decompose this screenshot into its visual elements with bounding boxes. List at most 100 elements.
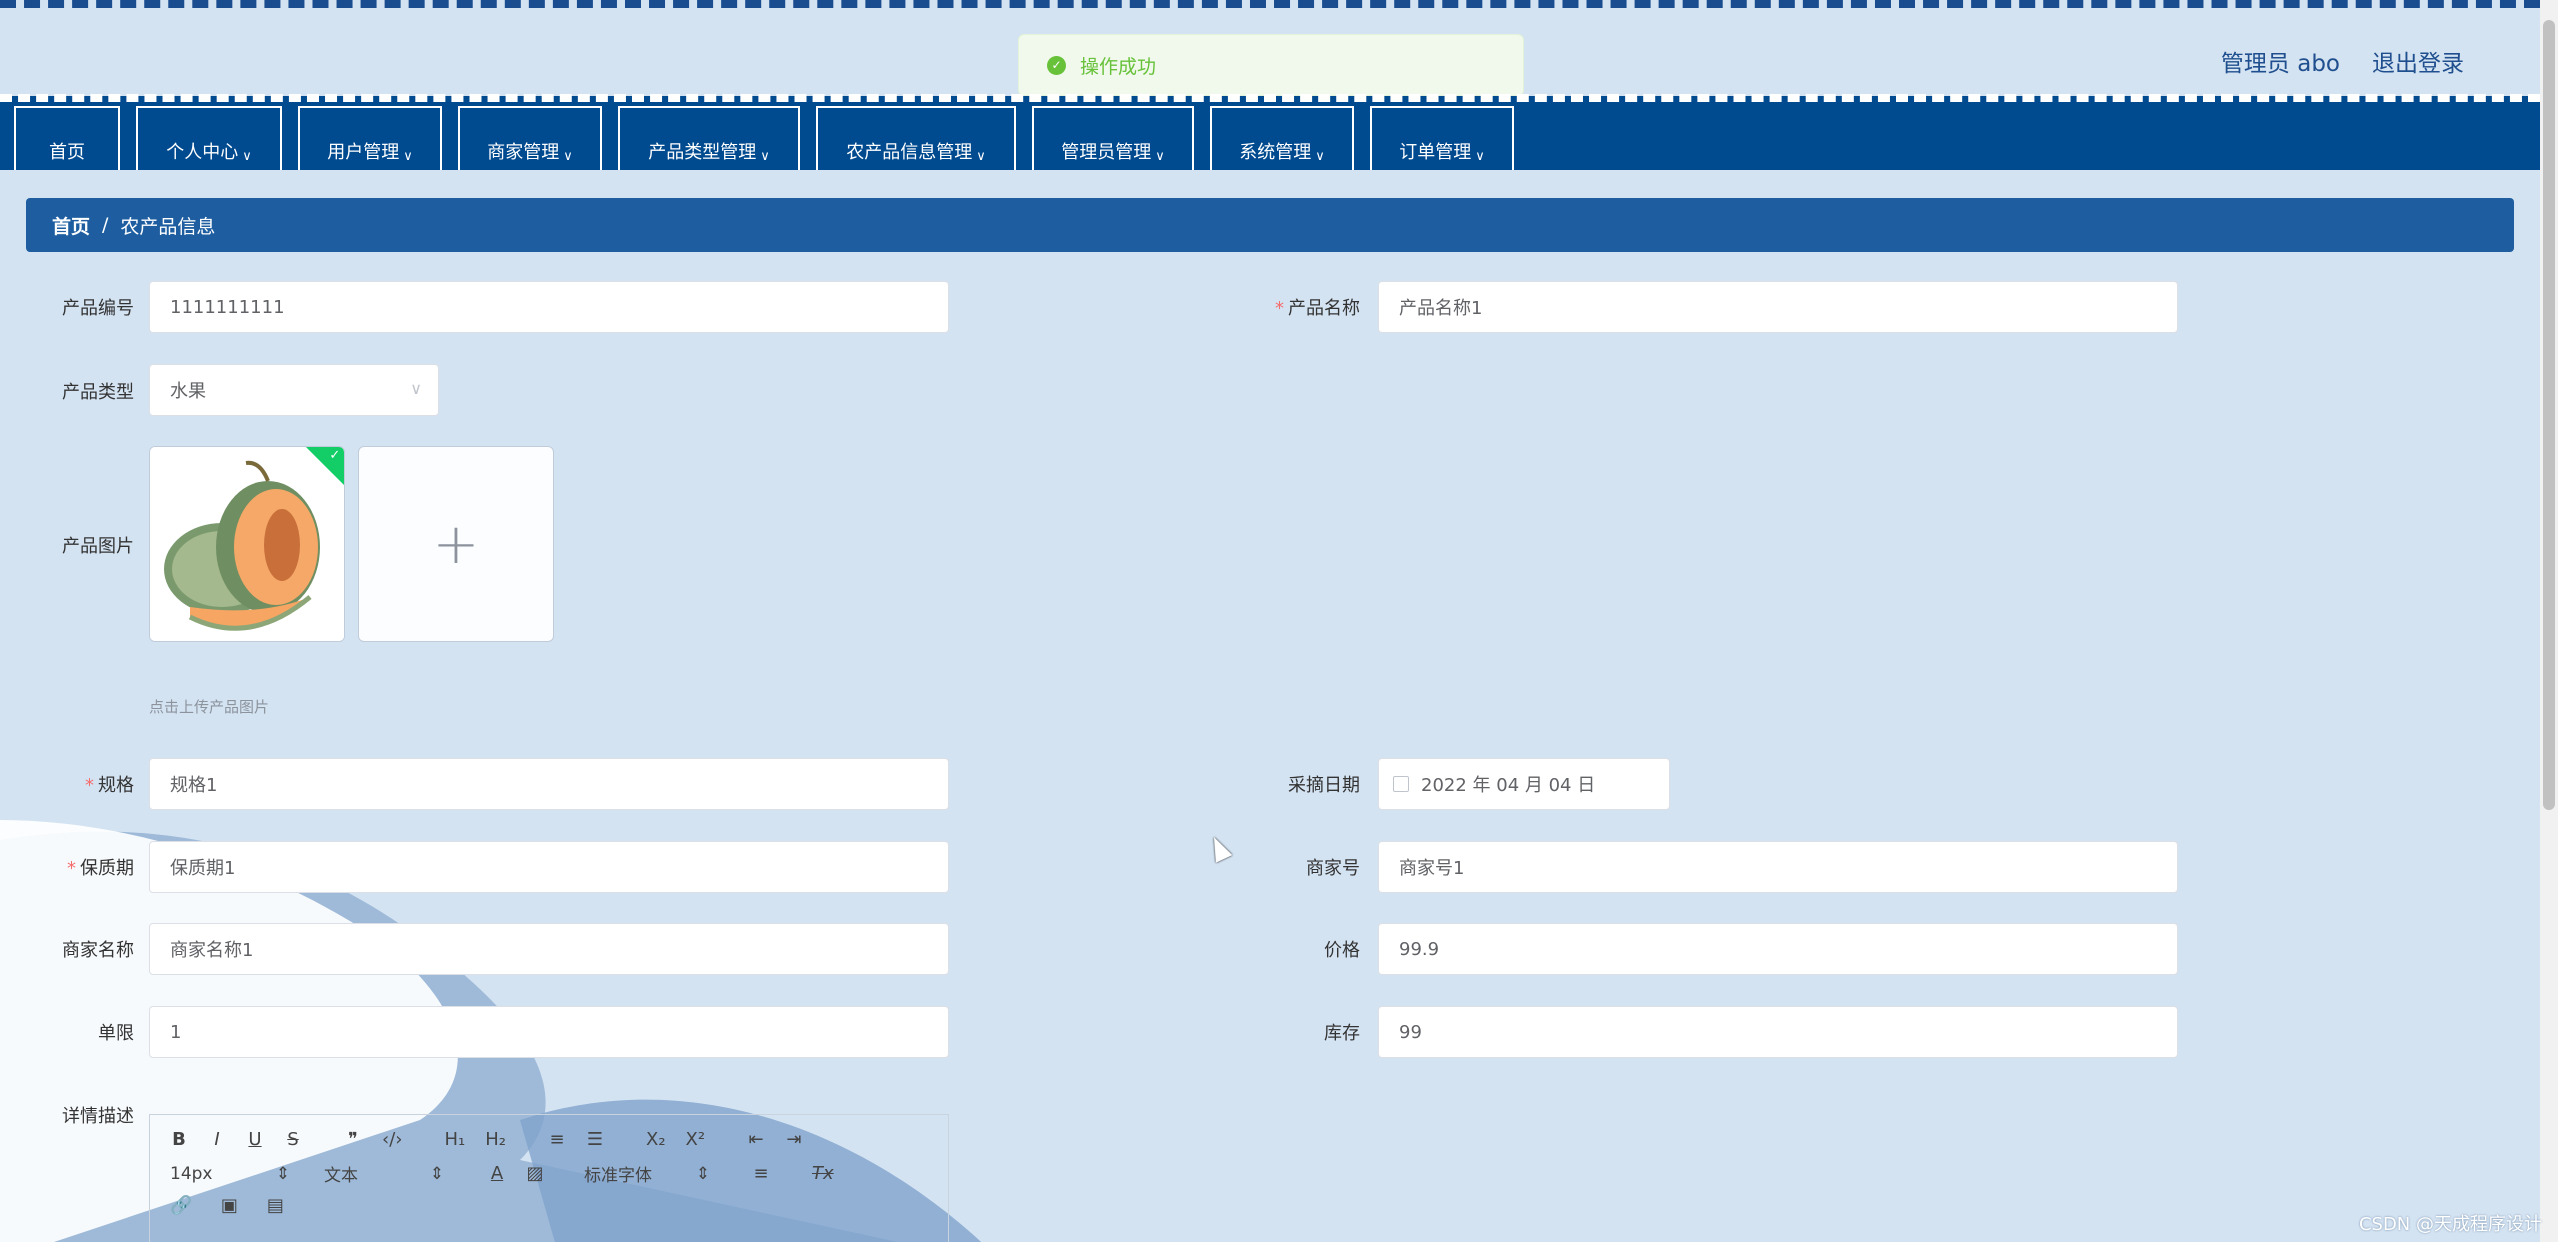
current-user[interactable]: 管理员 abo bbox=[2221, 44, 2340, 78]
breadcrumb: 首页 / 农产品信息 bbox=[26, 198, 2514, 252]
merchant-no-value: 商家号1 bbox=[1399, 858, 1465, 879]
shelf-life-value: 保质期1 bbox=[170, 858, 236, 879]
chevron-down-icon: ∨ bbox=[563, 149, 573, 164]
nav-item-label: 管理员管理 bbox=[1061, 142, 1152, 163]
chevron-down-icon: ∨ bbox=[403, 149, 413, 164]
product-name-input[interactable]: 产品名称1 bbox=[1378, 281, 2178, 333]
nav-item-merchants[interactable]: 商家管理 ∨ bbox=[458, 106, 602, 170]
merchant-no-input[interactable]: 商家号1 bbox=[1378, 841, 2178, 893]
price-label: 价格 bbox=[1324, 940, 1360, 961]
stock-input[interactable]: 99 bbox=[1378, 1006, 2178, 1058]
bold-button[interactable]: B bbox=[170, 1129, 188, 1150]
product-type-label: 产品类型 bbox=[62, 382, 134, 403]
spec-value: 规格1 bbox=[170, 775, 218, 796]
check-icon: ✓ bbox=[329, 447, 341, 463]
nav-item-system[interactable]: 系统管理 ∨ bbox=[1210, 106, 1354, 170]
merchant-name-label: 商家名称 bbox=[62, 940, 134, 961]
rich-text-editor: B I U S ❞ ‹/› H₁ H₂ ≡ ☰ X₂ X² ⇤ ⇥ 14px ⇕ … bbox=[149, 1114, 949, 1242]
chevron-down-icon: ∨ bbox=[760, 149, 770, 164]
breadcrumb-home[interactable]: 首页 bbox=[52, 212, 90, 239]
nav-item-personal[interactable]: 个人中心 ∨ bbox=[136, 106, 282, 170]
outdent-button[interactable]: ⇤ bbox=[747, 1129, 765, 1150]
chevron-down-icon: ∨ bbox=[1475, 149, 1485, 164]
nav-item-users[interactable]: 用户管理 ∨ bbox=[298, 106, 442, 170]
vertical-scrollbar[interactable] bbox=[2540, 0, 2558, 1242]
product-type-select[interactable]: 水果 ∨ bbox=[149, 364, 439, 416]
align-button[interactable]: ≡ bbox=[752, 1163, 770, 1184]
chevron-down-icon: ∨ bbox=[1155, 149, 1165, 164]
chevron-down-icon: ∨ bbox=[976, 149, 986, 164]
nav-item-products[interactable]: 农产品信息管理 ∨ bbox=[816, 106, 1016, 170]
image-icon[interactable]: ▣ bbox=[220, 1195, 238, 1216]
editor-toolbar-row-1: B I U S ❞ ‹/› H₁ H₂ ≡ ☰ X₂ X² ⇤ ⇥ bbox=[170, 1129, 803, 1150]
chevron-down-icon: ∨ bbox=[242, 149, 252, 164]
product-code-label: 产品编号 bbox=[62, 298, 134, 319]
upload-add-button[interactable]: + bbox=[358, 446, 554, 642]
logout-button[interactable]: 退出登录 bbox=[2372, 44, 2464, 78]
bullet-list-button[interactable]: ☰ bbox=[586, 1129, 604, 1150]
watermark: CSDN @天成程序设计 bbox=[2358, 1214, 2542, 1235]
description-label: 详情描述 bbox=[62, 1106, 134, 1127]
nav-item-product-types[interactable]: 产品类型管理 ∨ bbox=[618, 106, 800, 170]
scrollbar-thumb[interactable] bbox=[2543, 20, 2555, 810]
breadcrumb-separator: / bbox=[102, 214, 109, 236]
product-code-input[interactable]: 1111111111 bbox=[149, 281, 949, 333]
editor-toolbar-row-3: 🔗 ▣ ▤ bbox=[170, 1195, 284, 1216]
text-type-select[interactable]: 文本 ⇕ bbox=[324, 1161, 444, 1187]
indent-button[interactable]: ⇥ bbox=[785, 1129, 803, 1150]
font-family-value: 标准字体 bbox=[584, 1166, 652, 1186]
blockquote-button[interactable]: ❞ bbox=[344, 1129, 362, 1150]
uploaded-image-card[interactable]: ✓ bbox=[149, 446, 345, 642]
limit-input[interactable]: 1 bbox=[149, 1006, 949, 1058]
check-circle-icon: ✓ bbox=[1047, 55, 1066, 75]
heading2-button[interactable]: H₂ bbox=[485, 1129, 506, 1150]
nav-item-home[interactable]: 首页 bbox=[14, 106, 120, 170]
merchant-name-input[interactable]: 商家名称1 bbox=[149, 923, 949, 975]
price-value: 99.9 bbox=[1399, 938, 1440, 960]
melon-image bbox=[150, 447, 344, 641]
mouse-cursor-icon bbox=[1205, 833, 1233, 863]
main-nav: 首页 个人中心 ∨ 用户管理 ∨ 商家管理 ∨ 产品类型管理 ∨ 农产品信息管理 ∨ 管理… bbox=[0, 96, 2540, 170]
font-color-icon[interactable]: A bbox=[488, 1163, 506, 1184]
heading1-button[interactable]: H₁ bbox=[444, 1129, 465, 1150]
merchant-no-label: 商家号 bbox=[1306, 858, 1360, 879]
spec-input[interactable]: 规格1 bbox=[149, 758, 949, 810]
pick-date-label: 采摘日期 bbox=[1288, 775, 1360, 796]
product-type-value: 水果 bbox=[170, 381, 206, 402]
code-block-button[interactable]: ‹/› bbox=[382, 1129, 402, 1150]
underline-button[interactable]: U bbox=[246, 1129, 264, 1150]
updown-icon: ⇕ bbox=[429, 1163, 444, 1184]
video-icon[interactable]: ▤ bbox=[266, 1195, 284, 1216]
superscript-button[interactable]: X² bbox=[686, 1129, 706, 1150]
price-input[interactable]: 99.9 bbox=[1378, 923, 2178, 975]
clear-format-button[interactable]: Tx bbox=[812, 1163, 834, 1184]
stock-label: 库存 bbox=[1324, 1023, 1360, 1044]
italic-button[interactable]: I bbox=[208, 1129, 226, 1150]
font-family-select[interactable]: 标准字体 ⇕ bbox=[584, 1161, 710, 1187]
nav-item-admins[interactable]: 管理员管理 ∨ bbox=[1032, 106, 1194, 170]
updown-icon: ⇕ bbox=[275, 1163, 290, 1184]
font-size-select[interactable]: 14px ⇕ bbox=[170, 1164, 290, 1184]
subscript-button[interactable]: X₂ bbox=[646, 1129, 666, 1150]
nav-item-orders[interactable]: 订单管理 ∨ bbox=[1370, 106, 1514, 170]
ordered-list-button[interactable]: ≡ bbox=[548, 1129, 566, 1150]
nav-item-label: 首页 bbox=[49, 142, 85, 163]
breadcrumb-current: 农产品信息 bbox=[120, 215, 216, 238]
nav-item-label: 个人中心 bbox=[166, 142, 239, 163]
user-area: 管理员 abo 退出登录 bbox=[2221, 44, 2464, 78]
pick-date-value: 2022 年 04 月 04 日 bbox=[1421, 775, 1596, 796]
link-icon[interactable]: 🔗 bbox=[170, 1195, 192, 1216]
nav-item-label: 产品类型管理 bbox=[648, 142, 757, 163]
font-size-value: 14px bbox=[170, 1163, 213, 1184]
product-name-value: 产品名称1 bbox=[1399, 298, 1483, 319]
toast-message: 操作成功 bbox=[1080, 55, 1157, 78]
shelf-life-input[interactable]: 保质期1 bbox=[149, 841, 949, 893]
product-image-label: 产品图片 bbox=[62, 536, 134, 557]
nav-item-label: 用户管理 bbox=[327, 142, 400, 163]
strike-button[interactable]: S bbox=[284, 1129, 302, 1150]
background-color-icon[interactable]: ▨ bbox=[526, 1163, 544, 1184]
pick-date-input[interactable]: 2022 年 04 月 04 日 bbox=[1378, 758, 1670, 810]
product-name-label: * 产品名称 bbox=[1275, 298, 1360, 319]
nav-item-label: 农产品信息管理 bbox=[846, 142, 973, 163]
shelf-life-label: * 保质期 bbox=[67, 858, 134, 879]
